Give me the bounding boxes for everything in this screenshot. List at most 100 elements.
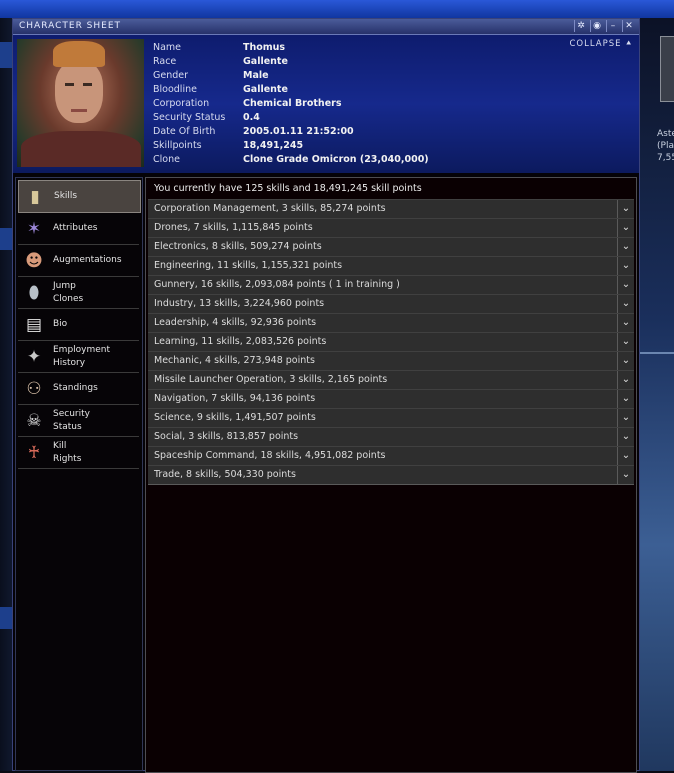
skill-group-row[interactable]: Industry, 13 skills, 3,224,960 points ⌄ [148, 294, 634, 314]
info-row: Clone Clone Grade Omicron (23,040,000) [153, 153, 429, 167]
info-value[interactable]: Chemical Brothers [243, 97, 341, 111]
expand-chevron-icon[interactable]: ⌄ [617, 428, 634, 446]
sidebar-item-label: Jump Clones [53, 280, 84, 304]
background-ship-thumbnail [660, 36, 674, 102]
attributes-icon: ✶ [26, 218, 42, 239]
augmentations-icon: ☻ [25, 250, 43, 271]
info-row: Date Of Birth 2005.01.11 21:52:00 [153, 125, 429, 139]
skill-group-label: Social, 3 skills, 813,857 points [154, 431, 299, 442]
skill-group-label: Engineering, 11 skills, 1,155,321 points [154, 260, 343, 271]
skill-group-row[interactable]: Spaceship Command, 18 skills, 4,951,082 … [148, 446, 634, 466]
expand-chevron-icon[interactable]: ⌄ [617, 276, 634, 294]
expand-chevron-icon[interactable]: ⌄ [617, 219, 634, 237]
skill-group-label: Electronics, 8 skills, 509,274 points [154, 241, 322, 252]
collapse-button[interactable]: COLLAPSE ⯅ [569, 39, 633, 49]
sidebar-item-skills[interactable]: ▮ Skills [18, 180, 141, 213]
skill-group-label: Corporation Management, 3 skills, 85,274… [154, 203, 386, 214]
sidebar-item-label: Bio [53, 319, 68, 329]
skill-group-label: Industry, 13 skills, 3,224,960 points [154, 298, 325, 309]
sidebar-item-jump[interactable]: ⬮ Jump Clones [18, 277, 139, 309]
skill-group-row[interactable]: Leadership, 4 skills, 92,936 points ⌄ [148, 313, 634, 333]
window-title: CHARACTER SHEET [19, 21, 122, 31]
background-text: (Pla [657, 141, 674, 151]
skill-group-row[interactable]: Learning, 11 skills, 2,083,526 points ⌄ [148, 332, 634, 352]
skill-group-row[interactable]: Corporation Management, 3 skills, 85,274… [148, 199, 634, 219]
minimize-icon[interactable]: – [606, 20, 619, 32]
skill-group-row[interactable]: Engineering, 11 skills, 1,155,321 points… [148, 256, 634, 276]
skill-group-label: Gunnery, 16 skills, 2,093,084 points ( 1… [154, 279, 400, 290]
sidebar-item-augmentations[interactable]: ☻ Augmentations [18, 245, 139, 277]
window-titlebar[interactable]: CHARACTER SHEET ✲ ◉ – ✕ [13, 19, 639, 35]
sidebar-item-label: Kill Rights [53, 440, 82, 464]
sidebar-item-kill[interactable]: ♰ Kill Rights [18, 437, 139, 469]
character-header: Name Thomus Race Gallente Gender Male Bloodlin… [13, 35, 639, 173]
info-label: Skillpoints [153, 140, 202, 151]
sidebar-item-label: Security Status [53, 408, 90, 432]
info-row: Gender Male [153, 69, 429, 83]
skill-group-label: Trade, 8 skills, 504,330 points [154, 469, 296, 480]
skill-group-row[interactable]: Mechanic, 4 skills, 273,948 points ⌄ [148, 351, 634, 371]
kill-rights-icon: ♰ [27, 442, 41, 463]
sidebar-item-employment[interactable]: ✦ Employment History [18, 341, 139, 373]
expand-chevron-icon[interactable]: ⌄ [617, 466, 634, 484]
info-row: Skillpoints 18,491,245 [153, 139, 429, 153]
info-label: Date Of Birth [153, 126, 216, 137]
sidebar-item-bio[interactable]: ▤ Bio [18, 309, 139, 341]
settings-icon[interactable]: ◉ [590, 20, 603, 32]
info-label: Gender [153, 70, 189, 81]
skill-group-label: Missile Launcher Operation, 3 skills, 2,… [154, 374, 388, 385]
sidebar-item-label: Augmentations [53, 255, 122, 265]
sidebar-nav: ▮ Skills ✶ Attributes ☻ Augmentations ⬮ Jump Cl… [15, 177, 143, 771]
close-icon[interactable]: ✕ [622, 20, 635, 32]
window-controls: ✲ ◉ – ✕ [574, 20, 635, 32]
expand-chevron-icon[interactable]: ⌄ [617, 314, 634, 332]
info-value: Clone Grade Omicron (23,040,000) [243, 154, 429, 165]
info-value: 0.4 [243, 112, 260, 123]
info-value: Gallente [243, 56, 288, 67]
expand-chevron-icon[interactable]: ⌄ [617, 352, 634, 370]
skill-group-row[interactable]: Drones, 7 skills, 1,115,845 points ⌄ [148, 218, 634, 238]
skills-panel: You currently have 125 skills and 18,491… [145, 177, 637, 773]
skill-group-label: Mechanic, 4 skills, 273,948 points [154, 355, 315, 366]
expand-chevron-icon[interactable]: ⌄ [617, 257, 634, 275]
skill-book-icon: ▮ [30, 186, 40, 207]
info-label: Race [153, 56, 177, 67]
sidebar-item-label: Skills [54, 191, 78, 201]
employment-history-icon: ✦ [26, 346, 42, 367]
pin-icon[interactable]: ✲ [574, 20, 587, 32]
collapse-label: COLLAPSE [569, 39, 622, 49]
skills-summary: You currently have 125 skills and 18,491… [154, 183, 422, 194]
skill-group-row[interactable]: Electronics, 8 skills, 509,274 points ⌄ [148, 237, 634, 257]
skill-group-row[interactable]: Missile Launcher Operation, 3 skills, 2,… [148, 370, 634, 390]
expand-chevron-icon[interactable]: ⌄ [617, 295, 634, 313]
skill-group-row[interactable]: Science, 9 skills, 1,491,507 points ⌄ [148, 408, 634, 428]
expand-chevron-icon[interactable]: ⌄ [617, 409, 634, 427]
info-row: Corporation Chemical Brothers [153, 97, 429, 111]
sidebar-item-security[interactable]: ☠ Security Status [18, 405, 139, 437]
skill-group-row[interactable]: Social, 3 skills, 813,857 points ⌄ [148, 427, 634, 447]
expand-chevron-icon[interactable]: ⌄ [617, 390, 634, 408]
info-value: Thomus [243, 42, 286, 53]
skill-group-row[interactable]: Trade, 8 skills, 504,330 points ⌄ [148, 465, 634, 485]
background-window-header [0, 42, 12, 68]
background-window-header [0, 228, 12, 250]
sidebar-item-standings[interactable]: ⚇ Standings [18, 373, 139, 405]
background-window-header [0, 607, 12, 629]
info-row: Name Thomus [153, 41, 429, 55]
character-portrait[interactable] [17, 39, 144, 167]
info-row: Race Gallente [153, 55, 429, 69]
expand-chevron-icon[interactable]: ⌄ [617, 333, 634, 351]
character-info: Name Thomus Race Gallente Gender Male Bloodlin… [153, 41, 429, 167]
sidebar-item-attributes[interactable]: ✶ Attributes [18, 213, 139, 245]
sidebar-item-label: Attributes [53, 223, 98, 233]
skill-group-row[interactable]: Navigation, 7 skills, 94,136 points ⌄ [148, 389, 634, 409]
expand-chevron-icon[interactable]: ⌄ [617, 371, 634, 389]
desktop-top-bar [0, 0, 674, 18]
skill-group-row[interactable]: Gunnery, 16 skills, 2,093,084 points ( 1… [148, 275, 634, 295]
info-label: Name [153, 42, 182, 53]
expand-chevron-icon[interactable]: ⌄ [617, 200, 634, 218]
expand-chevron-icon[interactable]: ⌄ [617, 447, 634, 465]
security-status-icon: ☠ [26, 410, 42, 431]
sidebar-item-label: Employment History [53, 344, 111, 368]
expand-chevron-icon[interactable]: ⌄ [617, 238, 634, 256]
